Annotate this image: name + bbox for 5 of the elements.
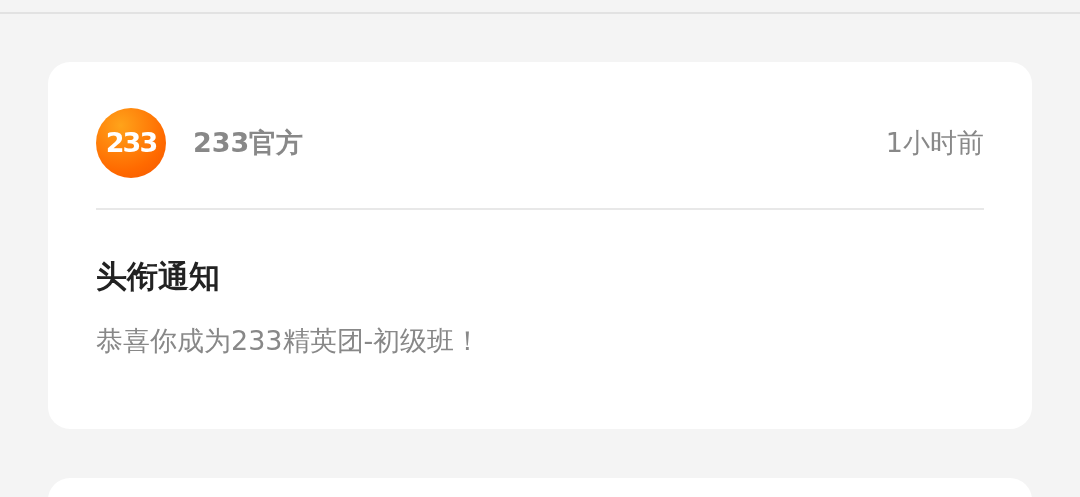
avatar-logo: 233 [96,108,166,178]
sender-name: 233官方 [193,125,304,160]
message-title: 头衔通知 [96,258,221,296]
message-body: 恭喜你成为233精英团-初级班！ [96,325,483,358]
timestamp: 1小时前 [885,125,984,160]
